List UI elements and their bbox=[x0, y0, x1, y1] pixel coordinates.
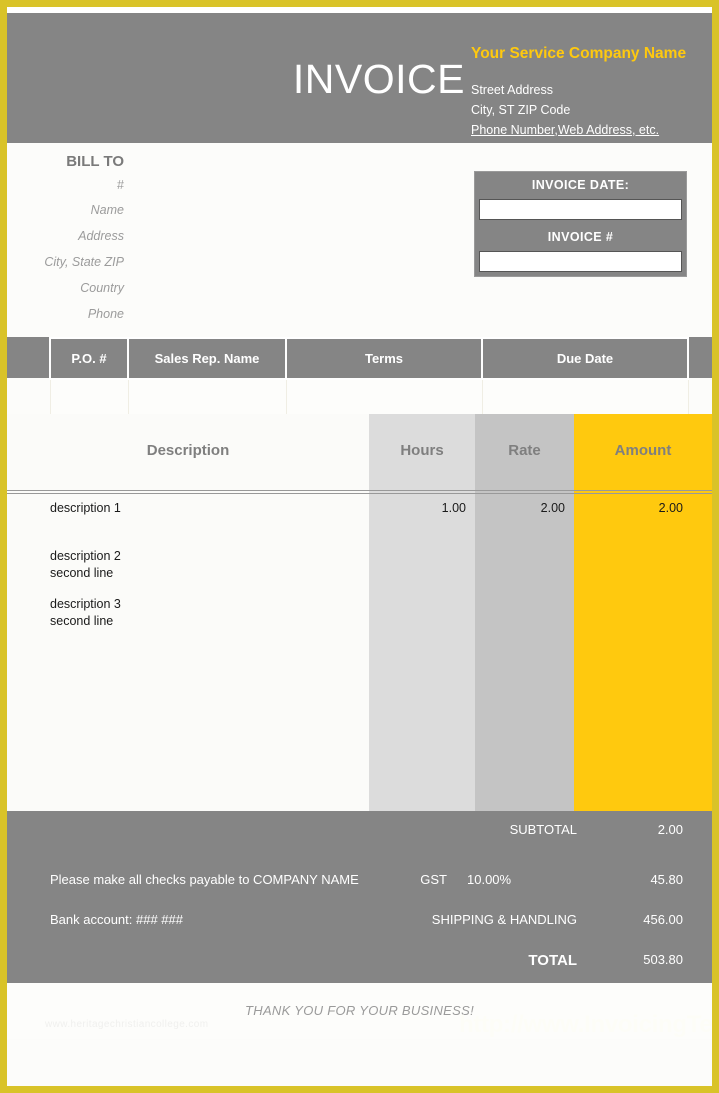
bill-to-number-label: # bbox=[117, 178, 124, 192]
bill-to-city-state-zip-label: City, State ZIP bbox=[44, 255, 124, 269]
rate-header: Rate bbox=[508, 442, 541, 459]
company-street-address: Street Address bbox=[471, 82, 553, 97]
po-terms-table: P.O. # Sales Rep. Name Terms Due Date bbox=[49, 337, 689, 416]
bill-to-phone-label: Phone bbox=[87, 307, 124, 321]
amount-header: Amount bbox=[614, 442, 672, 459]
item-description: description 1 bbox=[50, 501, 121, 515]
line-items-rows: description 1 1.00 2.00 2.00 description… bbox=[7, 500, 712, 644]
tax-rate: 10.00% bbox=[467, 872, 512, 887]
invoice-date-field-wrap bbox=[475, 199, 686, 224]
description-header: Description bbox=[146, 442, 230, 459]
item-description: description 2 second line bbox=[50, 549, 121, 580]
bill-to-labels: BILL TO # Name Address City, State ZIP C… bbox=[7, 151, 357, 327]
table-row[interactable]: description 3 second line bbox=[7, 596, 712, 644]
subtotal-row: SUBTOTAL 2.00 bbox=[7, 811, 712, 861]
company-info-block: Your Service Company Name Street Address… bbox=[471, 45, 711, 140]
totals-section: SUBTOTAL 2.00 Please make all checks pay… bbox=[7, 811, 712, 983]
subtotal-value: 2.00 bbox=[657, 822, 683, 837]
table-row[interactable]: description 1 1.00 2.00 2.00 bbox=[7, 500, 712, 548]
shipping-row: Bank account: ### ### SHIPPING & HANDLIN… bbox=[7, 901, 712, 941]
line-items-header-rule bbox=[7, 490, 712, 494]
invoice-number-field-wrap bbox=[475, 251, 686, 276]
invoice-footer: THANK YOU FOR YOUR BUSINESS! www.heritag… bbox=[7, 983, 712, 1039]
bill-to-address-label: Address bbox=[78, 229, 124, 243]
invoice-date-label: INVOICE DATE: bbox=[475, 172, 686, 199]
invoice-number-label: INVOICE # bbox=[475, 224, 686, 251]
line-items-header: Description Hours Rate Amount bbox=[7, 414, 712, 490]
tax-row: Please make all checks payable to COMPAN… bbox=[7, 861, 712, 901]
invoice-meta-box: INVOICE DATE: INVOICE # bbox=[474, 171, 687, 277]
table-row[interactable]: description 2 second line bbox=[7, 548, 712, 596]
bill-to-country-label: Country bbox=[80, 281, 124, 295]
subtotal-label: SUBTOTAL bbox=[509, 822, 577, 837]
sales-rep-header: Sales Rep. Name bbox=[127, 337, 287, 380]
company-contact-link[interactable]: Phone Number,Web Address, etc. bbox=[471, 120, 711, 140]
invoice-page: INVOICE Your Service Company Name Street… bbox=[0, 0, 719, 1093]
sales-rep-cell[interactable] bbox=[127, 378, 287, 416]
due-date-header: Due Date bbox=[481, 337, 689, 380]
bank-account-note: Bank account: ### ### bbox=[50, 912, 183, 927]
bill-to-heading: BILL TO bbox=[66, 153, 124, 170]
po-number-header: P.O. # bbox=[49, 337, 129, 380]
invoice-header: INVOICE Your Service Company Name Street… bbox=[7, 13, 712, 143]
po-terms-section: P.O. # Sales Rep. Name Terms Due Date bbox=[7, 337, 712, 416]
total-value: 503.80 bbox=[643, 952, 683, 967]
payable-note: Please make all checks payable to COMPAN… bbox=[50, 872, 359, 887]
item-rate: 2.00 bbox=[540, 501, 565, 515]
terms-header: Terms bbox=[285, 337, 483, 380]
total-label: TOTAL bbox=[528, 952, 577, 969]
invoice-sheet: INVOICE Your Service Company Name Street… bbox=[7, 7, 712, 1086]
item-description: description 3 second line bbox=[50, 597, 121, 628]
company-name: Your Service Company Name bbox=[471, 45, 687, 62]
company-city-state-zip: City, ST ZIP Code bbox=[471, 102, 571, 117]
po-number-cell[interactable] bbox=[49, 378, 129, 416]
bill-to-name-label: Name bbox=[90, 203, 124, 217]
watermark-left: www.heritagechristiancollege.com bbox=[45, 1019, 209, 1030]
tax-value: 45.80 bbox=[650, 872, 683, 887]
invoice-number-input[interactable] bbox=[479, 251, 682, 272]
item-amount: 2.00 bbox=[658, 501, 683, 515]
due-date-cell[interactable] bbox=[481, 378, 689, 416]
shipping-value: 456.00 bbox=[643, 912, 683, 927]
hours-header: Hours bbox=[400, 442, 444, 459]
bill-to-section: BILL TO # Name Address City, State ZIP C… bbox=[7, 143, 712, 337]
po-header-row: P.O. # Sales Rep. Name Terms Due Date bbox=[49, 337, 689, 380]
grand-total-row: TOTAL 503.80 bbox=[7, 941, 712, 981]
watermark-right: http://www.InvoicingTemplate.com bbox=[459, 1011, 712, 1038]
tax-label: GST bbox=[420, 872, 447, 887]
invoice-title: INVOICE bbox=[292, 56, 465, 102]
item-hours: 1.00 bbox=[441, 501, 466, 515]
shipping-label: SHIPPING & HANDLING bbox=[431, 912, 577, 927]
invoice-date-input[interactable] bbox=[479, 199, 682, 220]
po-value-row bbox=[49, 378, 689, 416]
line-items-section: Description Hours Rate Amount descriptio… bbox=[7, 414, 712, 811]
terms-cell[interactable] bbox=[285, 378, 483, 416]
